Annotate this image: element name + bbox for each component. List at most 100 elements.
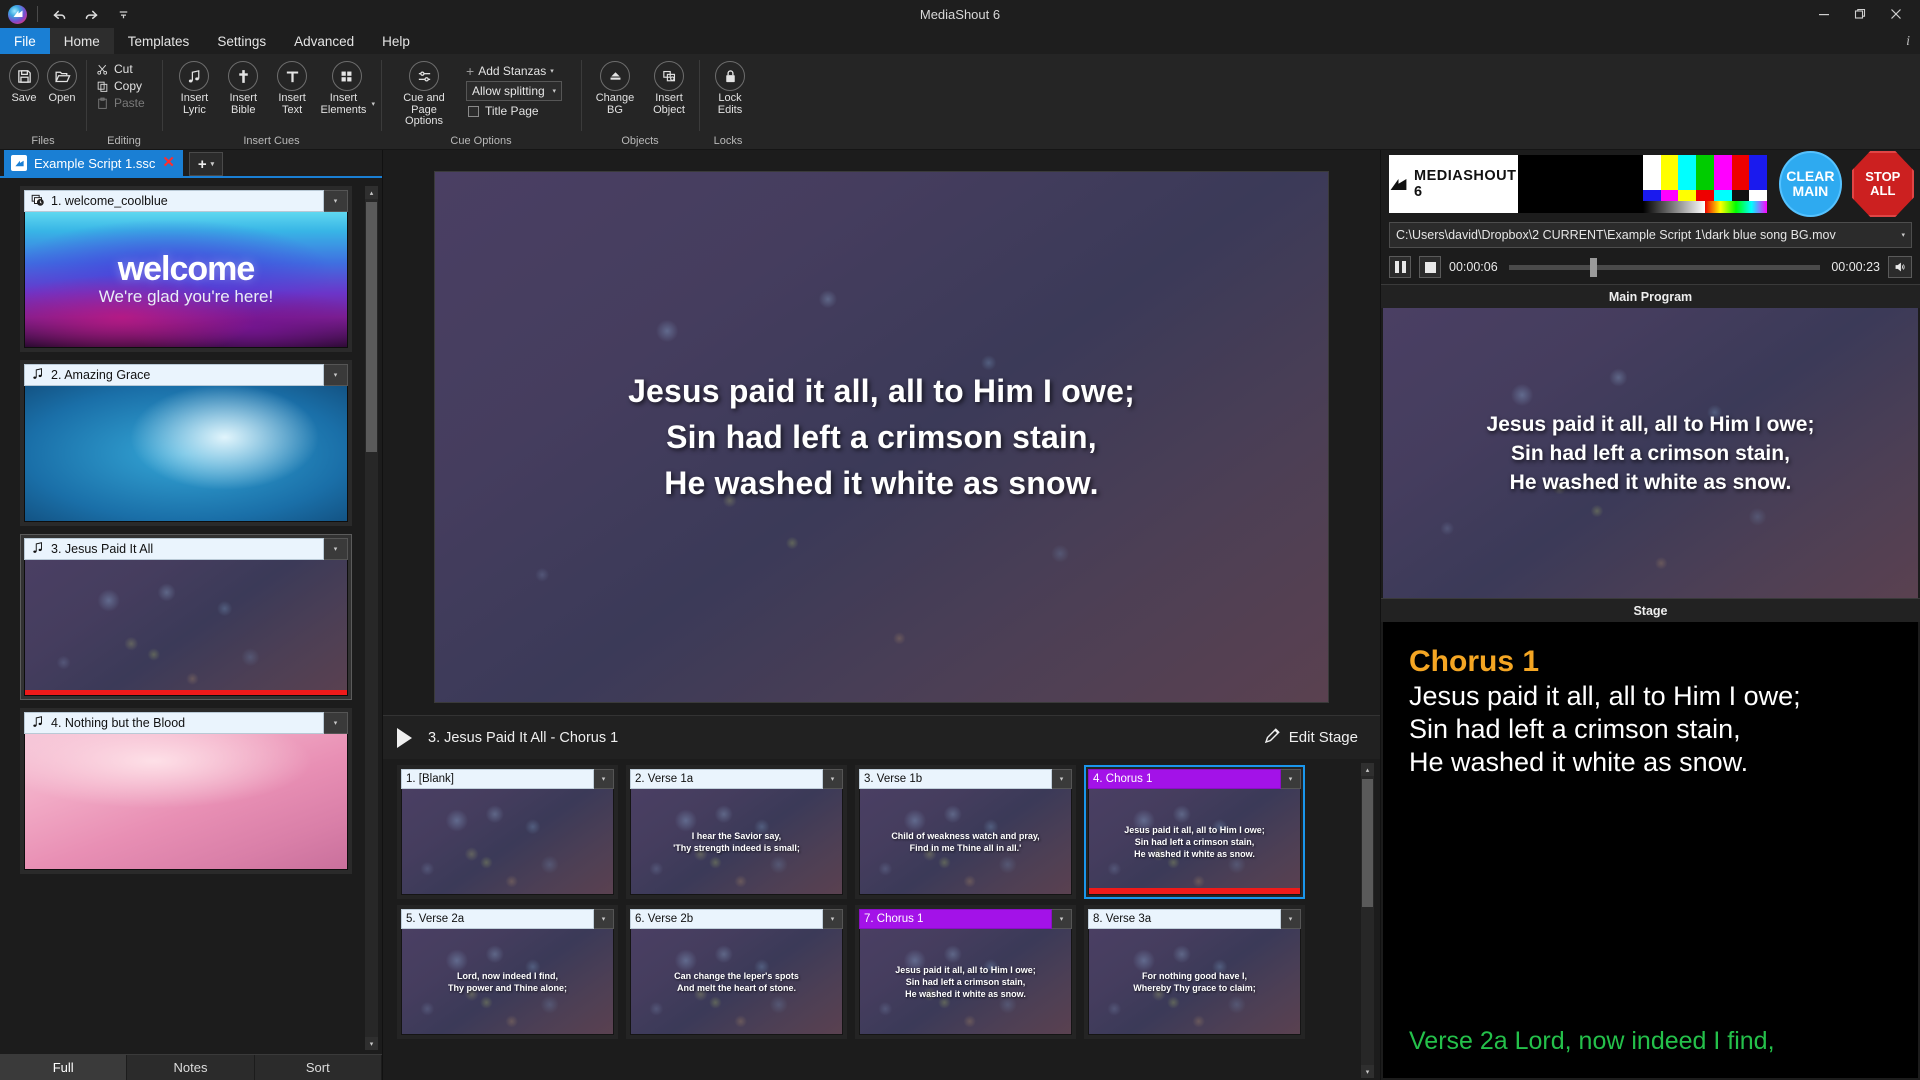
logo-output-button[interactable]: MEDIASHOUT 6 (1389, 155, 1519, 213)
page-item-5[interactable]: 5. Verse 2a ▾ Lord, now indeed I find, T… (397, 905, 618, 1039)
volume-icon[interactable] (1888, 256, 1912, 278)
restore-icon[interactable] (1842, 1, 1878, 27)
cue-thumbnail-3[interactable] (24, 560, 348, 696)
save-button[interactable]: Save (6, 59, 42, 105)
undo-icon[interactable] (48, 4, 70, 24)
page-title-1[interactable]: 1. [Blank] (401, 769, 594, 789)
seek-knob[interactable] (1589, 257, 1597, 277)
cue-title-3[interactable]: 3. Jesus Paid It All (24, 538, 324, 560)
cue-thumbnail-1[interactable]: welcome We're glad you're here! (24, 212, 348, 348)
insert-text-button[interactable]: Insert Text (270, 59, 315, 116)
title-page-checkbox-row[interactable]: Title Page (466, 104, 562, 118)
colorbars-output-button[interactable] (1642, 155, 1768, 213)
page-dropdown-1[interactable]: ▾ (594, 769, 614, 789)
page-title-8[interactable]: 8. Verse 3a (1088, 909, 1281, 929)
insert-lyric-button[interactable]: Insert Lyric (172, 59, 217, 116)
page-item-4[interactable]: 4. Chorus 1 ▾ Jesus paid it all, all to … (1084, 765, 1305, 899)
page-item-7[interactable]: 7. Chorus 1 ▾ Jesus paid it all, all to … (855, 905, 1076, 1039)
page-preview[interactable]: Jesus paid it all, all to Him I owe; Sin… (434, 170, 1329, 703)
cue-dropdown-1[interactable]: ▾ (324, 190, 348, 212)
cue-dropdown-4[interactable]: ▾ (324, 712, 348, 734)
page-thumbnail-1[interactable] (401, 789, 614, 895)
page-item-1[interactable]: 1. [Blank] ▾ (397, 765, 618, 899)
page-title-5[interactable]: 5. Verse 2a (401, 909, 594, 929)
main-program-preview[interactable]: Jesus paid it all, all to Him I owe; Sin… (1383, 308, 1918, 598)
page-thumbnail-4[interactable]: Jesus paid it all, all to Him I owe; Sin… (1088, 789, 1301, 895)
menu-item-templates[interactable]: Templates (114, 28, 204, 54)
stop-all-button[interactable]: STOP ALL (1851, 151, 1914, 217)
page-title-7[interactable]: 7. Chorus 1 (859, 909, 1052, 929)
minimize-icon[interactable] (1806, 1, 1842, 27)
page-thumbnail-8[interactable]: For nothing good have I, Whereby Thy gra… (1088, 929, 1301, 1035)
quick-access-more-icon[interactable] (112, 4, 134, 24)
page-dropdown-2[interactable]: ▾ (823, 769, 843, 789)
cue-item-3[interactable]: 3. Jesus Paid It All ▾ (20, 534, 352, 700)
page-dropdown-4[interactable]: ▾ (1281, 769, 1301, 789)
cue-dropdown-3[interactable]: ▾ (324, 538, 348, 560)
page-thumbnail-5[interactable]: Lord, now indeed I find, Thy power and T… (401, 929, 614, 1035)
page-dropdown-8[interactable]: ▾ (1281, 909, 1301, 929)
page-dropdown-5[interactable]: ▾ (594, 909, 614, 929)
cue-thumbnail-2[interactable] (24, 386, 348, 522)
menu-item-home[interactable]: Home (49, 28, 114, 54)
close-tab-icon[interactable]: ✕ (162, 155, 175, 170)
tab-full[interactable]: Full (0, 1055, 128, 1080)
allow-splitting-select[interactable]: Allow splitting ▾ (466, 81, 562, 101)
page-dropdown-7[interactable]: ▾ (1052, 909, 1072, 929)
add-script-button[interactable]: + ▾ (188, 152, 223, 176)
menu-item-settings[interactable]: Settings (203, 28, 280, 54)
title-page-checkbox[interactable] (468, 105, 479, 117)
menu-item-help[interactable]: Help (368, 28, 424, 54)
page-grid-scrollbar[interactable]: ▴ ▾ (1361, 763, 1374, 1078)
stage-preview[interactable]: Chorus 1 Jesus paid it all, all to Him I… (1383, 622, 1918, 1078)
cue-title-1[interactable]: 1. welcome_coolblue (24, 190, 324, 212)
media-path-select[interactable]: C:\Users\david\Dropbox\2 CURRENT\Example… (1389, 222, 1912, 248)
stop-icon[interactable] (1419, 256, 1441, 278)
change-bg-button[interactable]: Change BG (591, 59, 639, 116)
cut-button[interactable]: Cut (96, 62, 145, 76)
page-dropdown-6[interactable]: ▾ (823, 909, 843, 929)
copy-button[interactable]: Copy (96, 79, 145, 93)
paste-button[interactable]: Paste (96, 96, 145, 110)
lock-edits-button[interactable]: Lock Edits (709, 59, 751, 116)
chevron-down-icon[interactable]: ▾ (1901, 231, 1905, 239)
insert-elements-button[interactable]: Insert Elements ▾ (318, 59, 375, 116)
scroll-up-icon[interactable]: ▴ (1361, 763, 1374, 776)
cue-item-2[interactable]: 2. Amazing Grace ▾ (20, 360, 352, 526)
page-title-3[interactable]: 3. Verse 1b (859, 769, 1052, 789)
add-stanzas-button[interactable]: + Add Stanzas ▾ (466, 64, 562, 78)
cue-thumbnail-4[interactable] (24, 734, 348, 870)
page-item-6[interactable]: 6. Verse 2b ▾ Can change the leper's spo… (626, 905, 847, 1039)
page-thumbnail-3[interactable]: Child of weakness watch and pray, Find i… (859, 789, 1072, 895)
seek-slider[interactable] (1509, 257, 1820, 277)
cue-list[interactable]: 1. welcome_coolblue ▾ welcome We're glad… (0, 178, 382, 1054)
menu-item-advanced[interactable]: Advanced (280, 28, 368, 54)
cue-and-page-options-button[interactable]: Cue and Page Options (391, 59, 457, 128)
chevron-down-icon[interactable]: ▾ (371, 99, 375, 111)
cue-title-2[interactable]: 2. Amazing Grace (24, 364, 324, 386)
page-title-6[interactable]: 6. Verse 2b (630, 909, 823, 929)
open-button[interactable]: Open (44, 59, 80, 105)
page-item-8[interactable]: 8. Verse 3a ▾ For nothing good have I, W… (1084, 905, 1305, 1039)
redo-icon[interactable] (80, 4, 102, 24)
chevron-down-icon[interactable]: ▾ (550, 67, 554, 75)
cue-item-1[interactable]: 1. welcome_coolblue ▾ welcome We're glad… (20, 186, 352, 352)
edit-stage-button[interactable]: Edit Stage (1263, 727, 1358, 749)
page-thumbnail-6[interactable]: Can change the leper's spots And melt th… (630, 929, 843, 1035)
page-item-3[interactable]: 3. Verse 1b ▾ Child of weakness watch an… (855, 765, 1076, 899)
info-icon[interactable]: i (1906, 34, 1910, 50)
pause-icon[interactable] (1389, 256, 1411, 278)
scroll-down-icon[interactable]: ▾ (1361, 1065, 1374, 1078)
black-output-button[interactable] (1518, 155, 1643, 213)
menu-item-file[interactable]: File (0, 28, 50, 54)
play-icon[interactable] (397, 727, 412, 748)
script-tab-example-script-1[interactable]: Example Script 1.ssc ✕ (4, 150, 183, 176)
page-thumbnail-2[interactable]: I hear the Savior say, 'Thy strength ind… (630, 789, 843, 895)
scroll-up-icon[interactable]: ▴ (365, 186, 378, 199)
cue-dropdown-2[interactable]: ▾ (324, 364, 348, 386)
page-item-2[interactable]: 2. Verse 1a ▾ I hear the Savior say, 'Th… (626, 765, 847, 899)
page-thumbnail-7[interactable]: Jesus paid it all, all to Him I owe; Sin… (859, 929, 1072, 1035)
clear-main-button[interactable]: CLEAR MAIN (1779, 151, 1842, 217)
page-title-4[interactable]: 4. Chorus 1 (1088, 769, 1281, 789)
scroll-down-icon[interactable]: ▾ (365, 1037, 378, 1050)
